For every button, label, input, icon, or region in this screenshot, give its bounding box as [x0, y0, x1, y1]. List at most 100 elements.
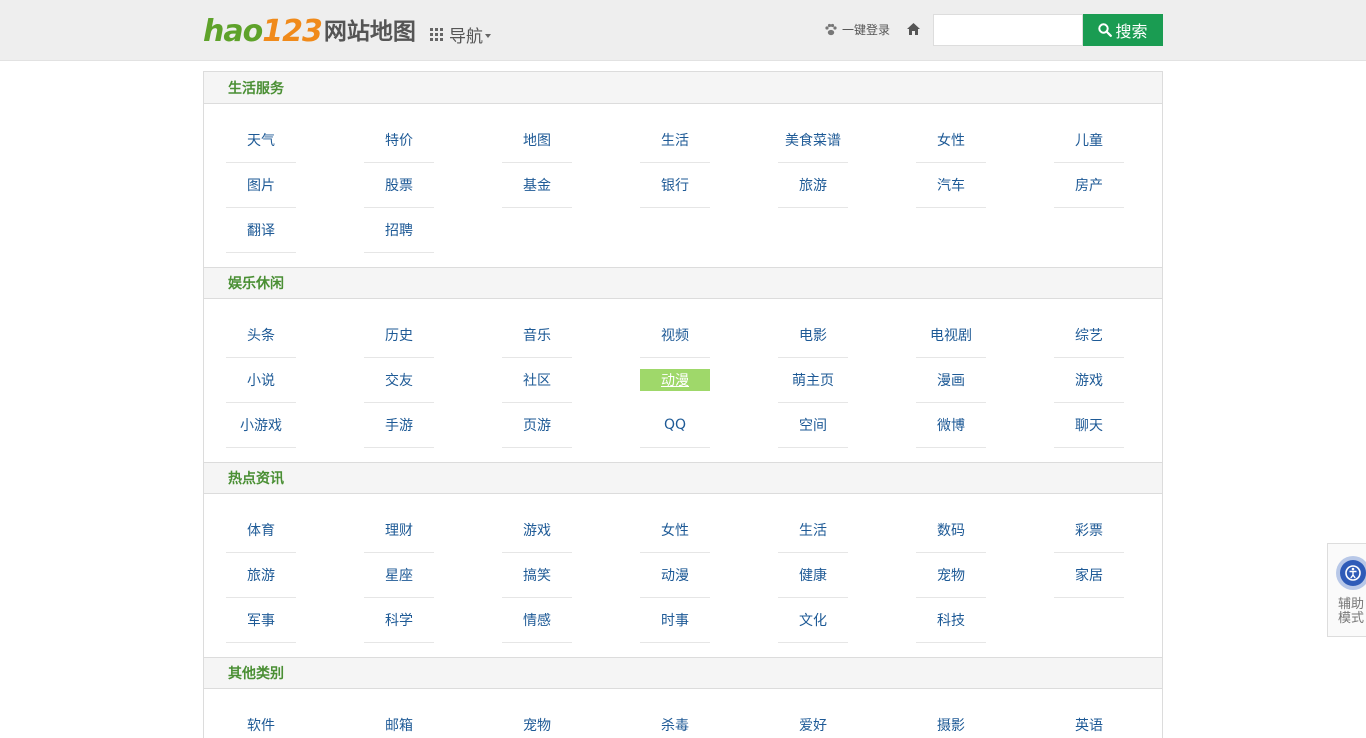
category-link[interactable]: 微博	[916, 403, 986, 448]
category-link[interactable]: 地图	[502, 118, 572, 163]
category-link[interactable]: 宠物	[502, 703, 572, 738]
section-header: 其他类别	[204, 657, 1162, 689]
category-link[interactable]: 生活	[640, 118, 710, 163]
category-link[interactable]: 页游	[502, 403, 572, 448]
category-link[interactable]: 彩票	[1054, 508, 1124, 553]
search-button-label: 搜索	[1115, 22, 1148, 41]
category-link[interactable]: 头条	[226, 313, 296, 358]
category-link[interactable]: 图片	[226, 163, 296, 208]
category-link[interactable]: 基金	[502, 163, 572, 208]
category-link[interactable]: 视频	[640, 313, 710, 358]
category-link[interactable]: 漫画	[916, 358, 986, 403]
category-link[interactable]: 手游	[364, 403, 434, 448]
section-title: 其他类别	[228, 666, 284, 682]
category-link[interactable]: 英语	[1054, 703, 1124, 738]
section-header: 热点资讯	[204, 462, 1162, 494]
category-link[interactable]: 动漫	[640, 369, 710, 391]
category-link[interactable]: 家居	[1054, 553, 1124, 598]
logo-wordmark: hao123	[203, 14, 323, 49]
category-link[interactable]: 游戏	[502, 508, 572, 553]
category-link[interactable]: 文化	[778, 598, 848, 643]
category-link[interactable]: 空间	[778, 403, 848, 448]
assist-mode-widget[interactable]: 辅助模式	[1327, 543, 1366, 637]
category-link[interactable]: 翻译	[226, 208, 296, 253]
sitemap-section: 娱乐休闲头条 历史 音乐 视频 电影 电视剧 综艺小说 交友 社区 动漫 萌主页 漫画 游戏小游戏 手游 页…	[204, 267, 1162, 462]
login-label: 一键登录	[842, 23, 891, 37]
category-link[interactable]: 女性	[916, 118, 986, 163]
category-link[interactable]: 小说	[226, 358, 296, 403]
category-link[interactable]: 天气	[226, 118, 296, 163]
category-link[interactable]: QQ	[640, 403, 710, 448]
category-link[interactable]: 生活	[778, 508, 848, 553]
category-link[interactable]: 爱好	[778, 703, 848, 738]
category-link[interactable]: 军事	[226, 598, 296, 643]
chevron-down-icon	[485, 33, 491, 38]
category-link[interactable]: 数码	[916, 508, 986, 553]
category-link[interactable]: 软件	[226, 703, 296, 738]
category-link[interactable]: 社区	[502, 358, 572, 403]
category-link[interactable]: 理财	[364, 508, 434, 553]
sitemap-container: 生活服务 天气 特价 地图 生活 美食菜谱 女性 儿童 图片 股票 基金 银行 旅游 汽车 房产 翻译 招聘 娱乐…	[203, 71, 1163, 738]
section-links: 头条 历史 音乐 视频 电影 电视剧 综艺小说 交友 社区 动漫 萌主页 漫画 游戏小游戏 手游 页游 QQ 空…	[204, 299, 1162, 462]
category-link[interactable]: 综艺	[1054, 313, 1124, 358]
category-link[interactable]: 科学	[364, 598, 434, 643]
category-link[interactable]: 杀毒	[640, 703, 710, 738]
home-icon[interactable]	[906, 22, 921, 36]
section-links: 天气 特价 地图 生活 美食菜谱 女性 儿童图片 股票 基金 银行 旅游 汽车 房产翻译 招聘	[204, 104, 1162, 267]
search-input[interactable]	[933, 14, 1083, 46]
category-link[interactable]: 萌主页	[778, 358, 848, 403]
category-link[interactable]: 游戏	[1054, 358, 1124, 403]
section-title: 生活服务	[228, 80, 284, 97]
category-link[interactable]: 股票	[364, 163, 434, 208]
section-title: 娱乐休闲	[228, 276, 284, 292]
accessibility-icon	[1336, 556, 1366, 590]
category-link[interactable]: 动漫	[640, 553, 710, 598]
category-link[interactable]: 情感	[502, 598, 572, 643]
category-link[interactable]: 音乐	[502, 313, 572, 358]
grid-icon	[430, 28, 443, 41]
section-links: 体育 理财 游戏 女性 生活 数码 彩票旅游 星座 搞笑 动漫 健康 宠物 家居军事 科学 情感 时事 文化 科技	[204, 494, 1162, 657]
category-link[interactable]: 搞笑	[502, 553, 572, 598]
category-link[interactable]: 电影	[778, 313, 848, 358]
section-title: 热点资讯	[228, 471, 284, 487]
category-link[interactable]: 汽车	[916, 163, 986, 208]
category-link[interactable]: 聊天	[1054, 403, 1124, 448]
category-link[interactable]: 健康	[778, 553, 848, 598]
search-icon	[1098, 23, 1113, 37]
sitemap-section: 生活服务天气 特价 地图 生活 美食菜谱 女性 儿童图片 股票 基金 银行 旅游 汽车 房产翻译 招聘	[204, 72, 1162, 267]
assist-mode-label: 辅助模式	[1338, 597, 1365, 626]
one-click-login-link[interactable]: 一键登录	[824, 21, 890, 38]
search-button[interactable]: 搜索	[1083, 14, 1163, 46]
category-link[interactable]: 旅游	[778, 163, 848, 208]
category-link[interactable]: 星座	[364, 553, 434, 598]
category-link[interactable]: 美食菜谱	[778, 118, 848, 163]
category-link[interactable]: 小游戏	[226, 403, 296, 448]
category-link[interactable]: 体育	[226, 508, 296, 553]
paw-icon	[825, 23, 837, 35]
category-link[interactable]: 摄影	[916, 703, 986, 738]
category-link[interactable]: 特价	[364, 118, 434, 163]
sitemap-section: 热点资讯体育 理财 游戏 女性 生活 数码 彩票旅游 星座 搞笑 动漫 健康 宠物 家居军事 科学 情感 时事…	[204, 462, 1162, 657]
category-link[interactable]: 邮箱	[364, 703, 434, 738]
nav-label: 导航	[449, 27, 483, 47]
logo-hao: hao	[203, 14, 263, 49]
category-link[interactable]: 女性	[640, 508, 710, 553]
category-link[interactable]: 儿童	[1054, 118, 1124, 163]
page-title: 网站地图	[323, 19, 416, 45]
logo-123: 123	[262, 14, 323, 49]
category-link[interactable]: 交友	[364, 358, 434, 403]
category-link[interactable]: 历史	[364, 313, 434, 358]
category-link[interactable]: 科技	[916, 598, 986, 643]
category-link[interactable]: 宠物	[916, 553, 986, 598]
sitemap-section: 其他类别软件 邮箱 宠物 杀毒 爱好 摄影 英语	[204, 657, 1162, 738]
category-link[interactable]: 电视剧	[916, 313, 986, 358]
site-logo[interactable]: hao123 网站地图	[203, 14, 416, 48]
category-link[interactable]: 时事	[640, 598, 710, 643]
category-link[interactable]: 房产	[1054, 163, 1124, 208]
category-link[interactable]: 旅游	[226, 553, 296, 598]
category-link[interactable]: 银行	[640, 163, 710, 208]
nav-dropdown[interactable]: 导航	[430, 22, 491, 47]
section-links: 软件 邮箱 宠物 杀毒 爱好 摄影 英语	[204, 689, 1162, 738]
top-header: hao123 网站地图 导航 一键登录 搜索	[0, 0, 1366, 61]
category-link[interactable]: 招聘	[364, 208, 434, 253]
